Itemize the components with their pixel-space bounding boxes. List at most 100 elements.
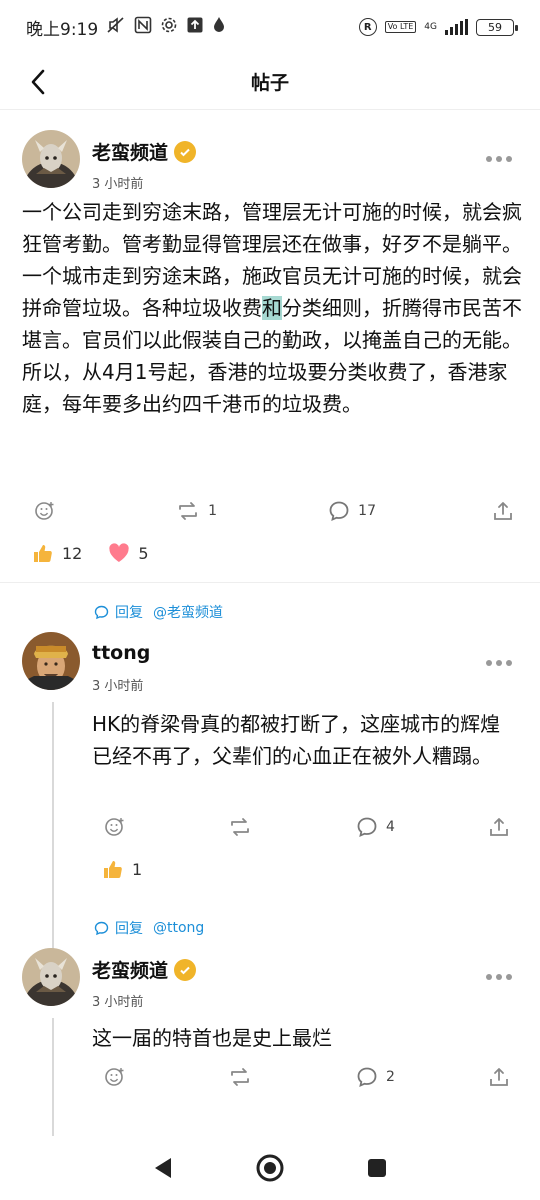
emoji-react-button[interactable] [34,500,176,522]
share-icon [490,818,508,836]
heart-icon [109,543,130,562]
page-title: 帖子 [250,72,289,94]
share-button[interactable] [488,816,510,838]
avatar[interactable] [22,130,80,188]
reply-bubble-icon [94,605,109,619]
repost-button[interactable]: 1 [176,501,328,521]
verified-icon [174,140,197,163]
heart-reaction[interactable]: 5 [108,543,149,563]
post-time: 3 小时前 [92,177,144,192]
more-button[interactable] [486,660,512,666]
more-dot [496,660,502,666]
avatar[interactable] [22,948,80,1006]
post-actions: 1 17 [34,500,514,522]
comment-icon [329,501,349,522]
emoji-add-icon [105,818,124,836]
highlighted-text: 和 [262,296,282,320]
author-row: 老蛮频道 [92,956,197,983]
drop-icon [212,16,226,38]
thumbs-up-reaction[interactable]: 12 [32,542,82,564]
author-name[interactable]: 老蛮频道 [92,956,168,983]
reactions-bar: 1 [102,858,142,880]
repost-icon [179,502,198,520]
share-icon [494,502,512,520]
thumbs-up-icon [34,545,52,562]
post-body: HK的脊梁骨真的都被打断了，这座城市的辉煌已经不再了，父辈们的心血正在被外人糟蹋… [92,712,501,768]
reply-to-indicator[interactable]: 回复 @老蛮频道 [94,602,223,622]
signal-icon [445,19,468,35]
network-type: 4G [424,21,437,32]
comment-button[interactable]: 17 [328,500,492,522]
divider [0,582,540,583]
triangle-back-icon [155,1158,172,1178]
battery-icon: 59 [476,18,518,36]
comment-button[interactable]: 4 [356,816,488,838]
reactions-bar: 12 5 [32,542,149,564]
post-body: 这一届的特首也是史上最烂 [92,1026,332,1050]
repost-button[interactable] [228,1067,356,1087]
comment-icon [357,817,377,838]
post-body: 一个公司走到穷途末路，管理层无计可施的时候，就会疯狂管考勤。管考勤显得管理层还在… [22,196,522,420]
more-button[interactable] [486,974,512,980]
more-dot [506,156,512,162]
repost-icon [231,818,249,836]
verified-icon [174,958,197,981]
nav-recent-button[interactable] [357,1148,397,1188]
settings-icon [160,16,178,38]
emoji-add-icon [35,502,54,520]
network-label: 4G [424,21,437,32]
thumbs-up-reaction[interactable]: 1 [102,858,142,880]
reply-to-indicator[interactable]: 回复 @ttong [94,918,204,938]
main-post: 老蛮频道 3 小时前 一个公司走到穷途末路，管理层无计可施的时候，就会疯狂管考勤… [0,112,540,582]
post-time: 3 小时前 [92,995,144,1010]
circle-home-icon [256,1154,284,1182]
mute-icon [106,16,126,38]
nfc-icon [134,16,152,38]
more-dot [506,974,512,980]
heart-count: 5 [138,543,149,563]
avatar[interactable] [22,632,80,690]
emoji-add-icon [105,1068,124,1086]
nav-back-button[interactable] [143,1148,183,1188]
reply-label: 回复 [115,921,143,937]
comment-count: 17 [358,503,376,519]
more-button[interactable] [486,156,512,162]
reply-post-1: 回复 @老蛮频道 ttong 3 小时前 HK的脊梁骨真的都被打断了，这座城市的… [0,584,540,1002]
repost-count: 1 [208,503,218,519]
post-time: 3 小时前 [92,679,144,694]
more-dot [496,156,502,162]
back-button[interactable] [20,64,56,100]
share-icon [490,1068,508,1086]
more-dots-icon [486,660,492,666]
square-recent-icon [367,1159,386,1177]
author-name[interactable]: 老蛮频道 [92,138,168,165]
post-actions: 4 [104,816,514,838]
more-dot [506,660,512,666]
emoji-react-button[interactable] [104,816,228,838]
reply-bubble-icon [94,921,109,935]
reply-post-2: 回复 @ttong 老蛮频道 3 小时前 这一届的特首也是史上最烂 2 [0,902,540,1136]
reply-label: 回复 [115,605,143,621]
thumbs-up-icon [104,861,122,878]
comment-icon [357,1067,377,1088]
post-actions: 2 [104,1066,514,1088]
nav-home-button[interactable] [250,1148,290,1188]
repost-icon [231,1068,249,1086]
status-time: 晚上9:19 [26,19,99,40]
reply-target[interactable]: @ttong [153,920,204,936]
upload-icon [186,16,204,38]
share-button[interactable] [488,1066,510,1088]
header: 帖子 [0,54,540,110]
comment-button[interactable]: 2 [356,1066,488,1088]
reply-target[interactable]: @老蛮频道 [153,602,223,622]
more-dots-icon [486,156,492,162]
hd-badge-icon: R [358,18,377,36]
thread-line [52,1018,54,1136]
share-button[interactable] [492,500,514,522]
system-nav-bar [0,1136,540,1200]
repost-button[interactable] [228,817,356,837]
thumbs-up-count: 12 [62,543,83,563]
emoji-react-button[interactable] [104,1066,228,1088]
chevron-left-icon [31,69,45,95]
author-name[interactable]: ttong [92,642,150,664]
